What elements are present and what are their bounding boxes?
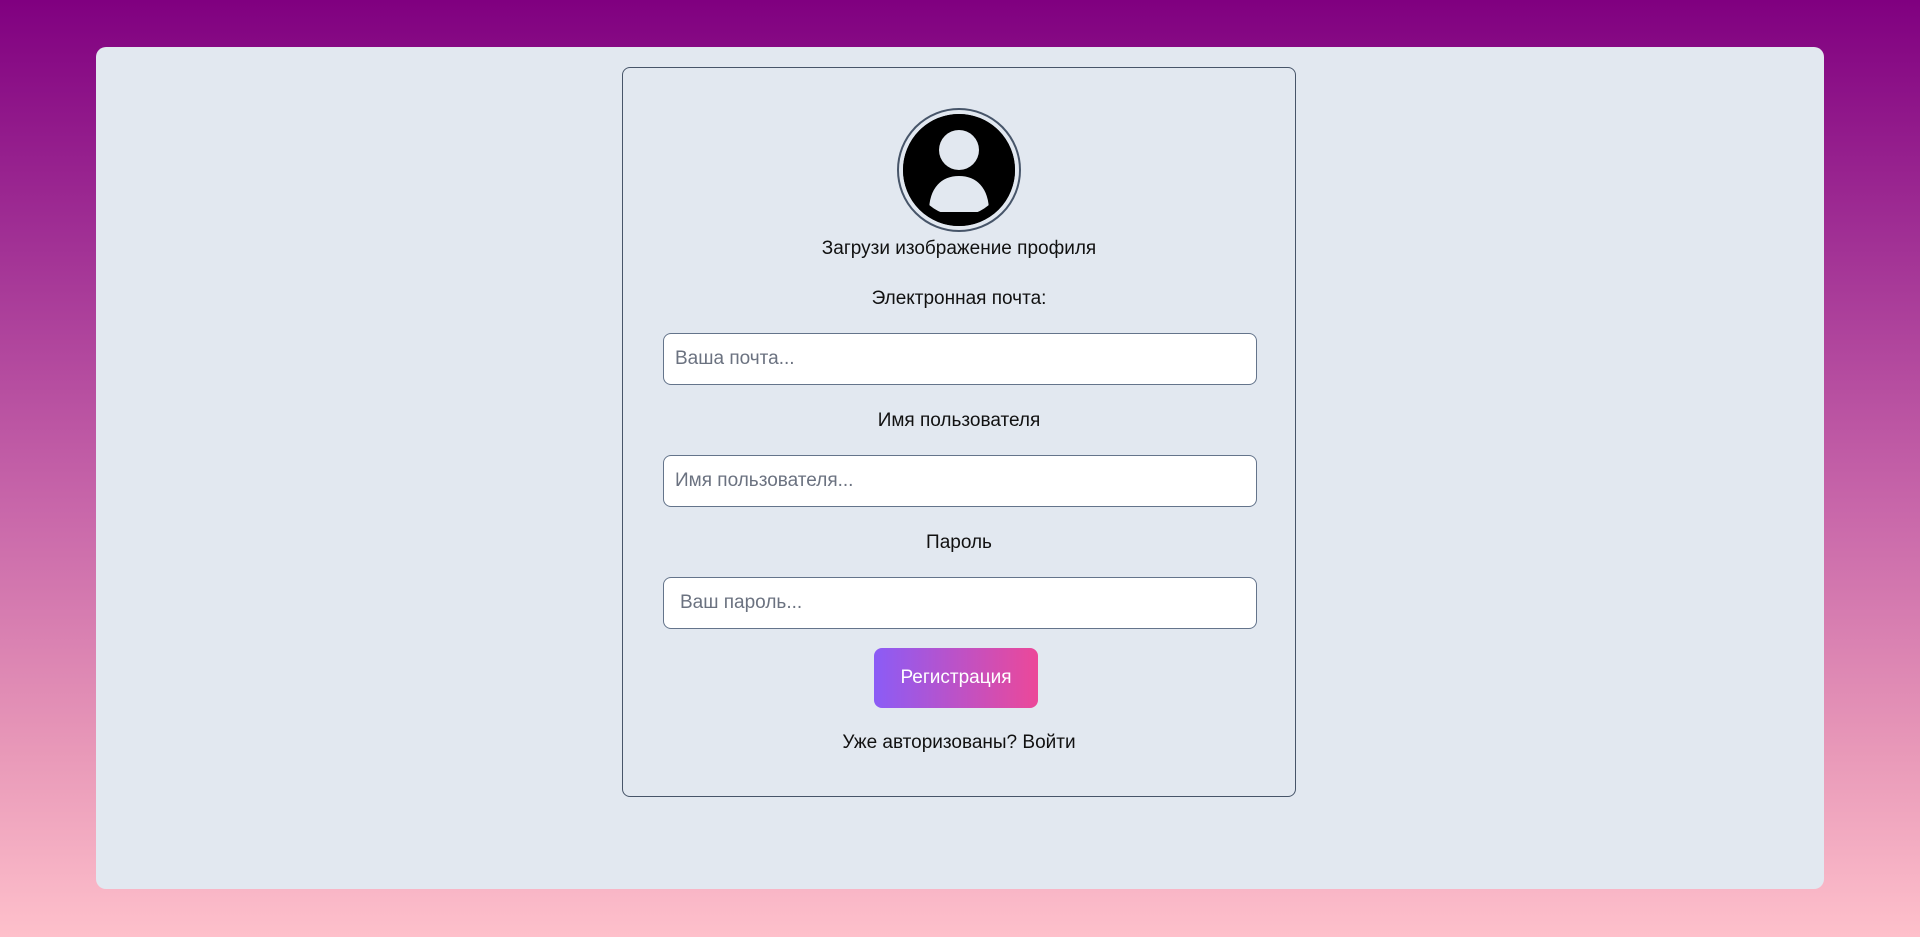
avatar-upload[interactable]	[897, 108, 1021, 232]
upload-avatar-label[interactable]: Загрузи изображение профиля	[623, 238, 1295, 260]
register-button[interactable]: Регистрация	[874, 648, 1038, 708]
username-field[interactable]	[663, 455, 1257, 507]
registration-form: Загрузи изображение профиля Электронная …	[622, 67, 1296, 797]
password-field[interactable]	[663, 577, 1257, 629]
email-label: Электронная почта:	[871, 288, 1047, 309]
user-avatar-icon	[903, 114, 1015, 226]
username-label: Имя пользователя	[877, 410, 1041, 431]
page-panel: Загрузи изображение профиля Электронная …	[96, 47, 1824, 889]
login-prompt-line: Уже авторизованы? Войти	[623, 732, 1295, 754]
login-link[interactable]: Войти	[1022, 732, 1075, 753]
login-prompt-text: Уже авторизованы?	[842, 732, 1018, 753]
email-field[interactable]	[663, 333, 1257, 385]
password-label: Пароль	[926, 532, 992, 553]
